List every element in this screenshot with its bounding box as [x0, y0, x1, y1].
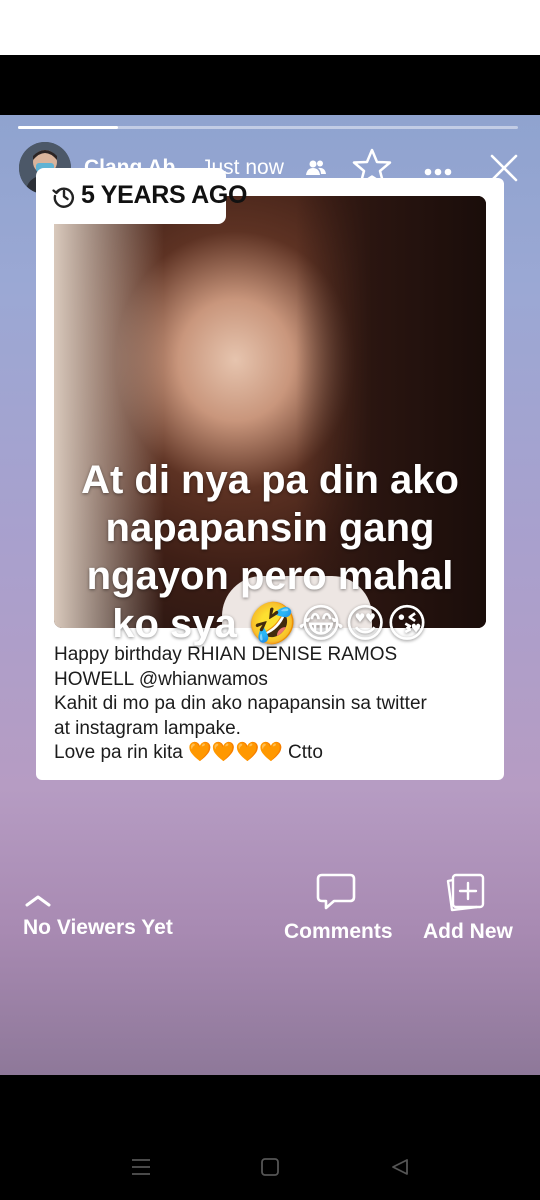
menu-icon[interactable]: [131, 1158, 151, 1181]
add-new-button[interactable]: Add New: [423, 920, 513, 944]
caption-line: Kahit di mo pa din ako napapansin sa twi…: [54, 693, 427, 714]
overlay-line: ngayon pero mahal: [86, 554, 454, 598]
caption-line: at instagram lampake.: [54, 717, 241, 739]
history-clock-icon: [52, 184, 76, 213]
system-navigation-bar: [0, 1075, 540, 1200]
viewers-button[interactable]: No Viewers Yet: [23, 916, 173, 940]
overlay-line: ko sya 🤣😂😍😘: [112, 602, 428, 646]
story-progress-fill: [18, 126, 118, 129]
status-bar: [0, 0, 540, 55]
story-progress-bar: [18, 126, 518, 129]
overlay-line: napapansin gang: [105, 506, 435, 550]
overlay-line: At di nya pa din ako: [81, 458, 459, 502]
photo-overlay-text: At di nya pa din ako napapansin gang nga…: [54, 456, 486, 648]
back-icon[interactable]: [390, 1158, 410, 1181]
comments-button[interactable]: Comments: [284, 920, 393, 944]
memory-caption: Happy birthday RHIAN DENISE RAMOS HOWELL…: [54, 643, 494, 766]
caption-line: HOWELL @whianwamos: [54, 668, 268, 690]
caption-line: Love pa rin kita 🧡🧡🧡🧡 Ctto: [54, 742, 323, 763]
chevron-up-icon[interactable]: [25, 894, 51, 913]
memory-tag-label: 5 YEARS AGO: [81, 181, 248, 209]
home-icon[interactable]: [260, 1158, 280, 1181]
comment-icon[interactable]: [316, 872, 356, 917]
top-spacer: [0, 55, 540, 115]
add-new-icon[interactable]: [445, 872, 487, 917]
